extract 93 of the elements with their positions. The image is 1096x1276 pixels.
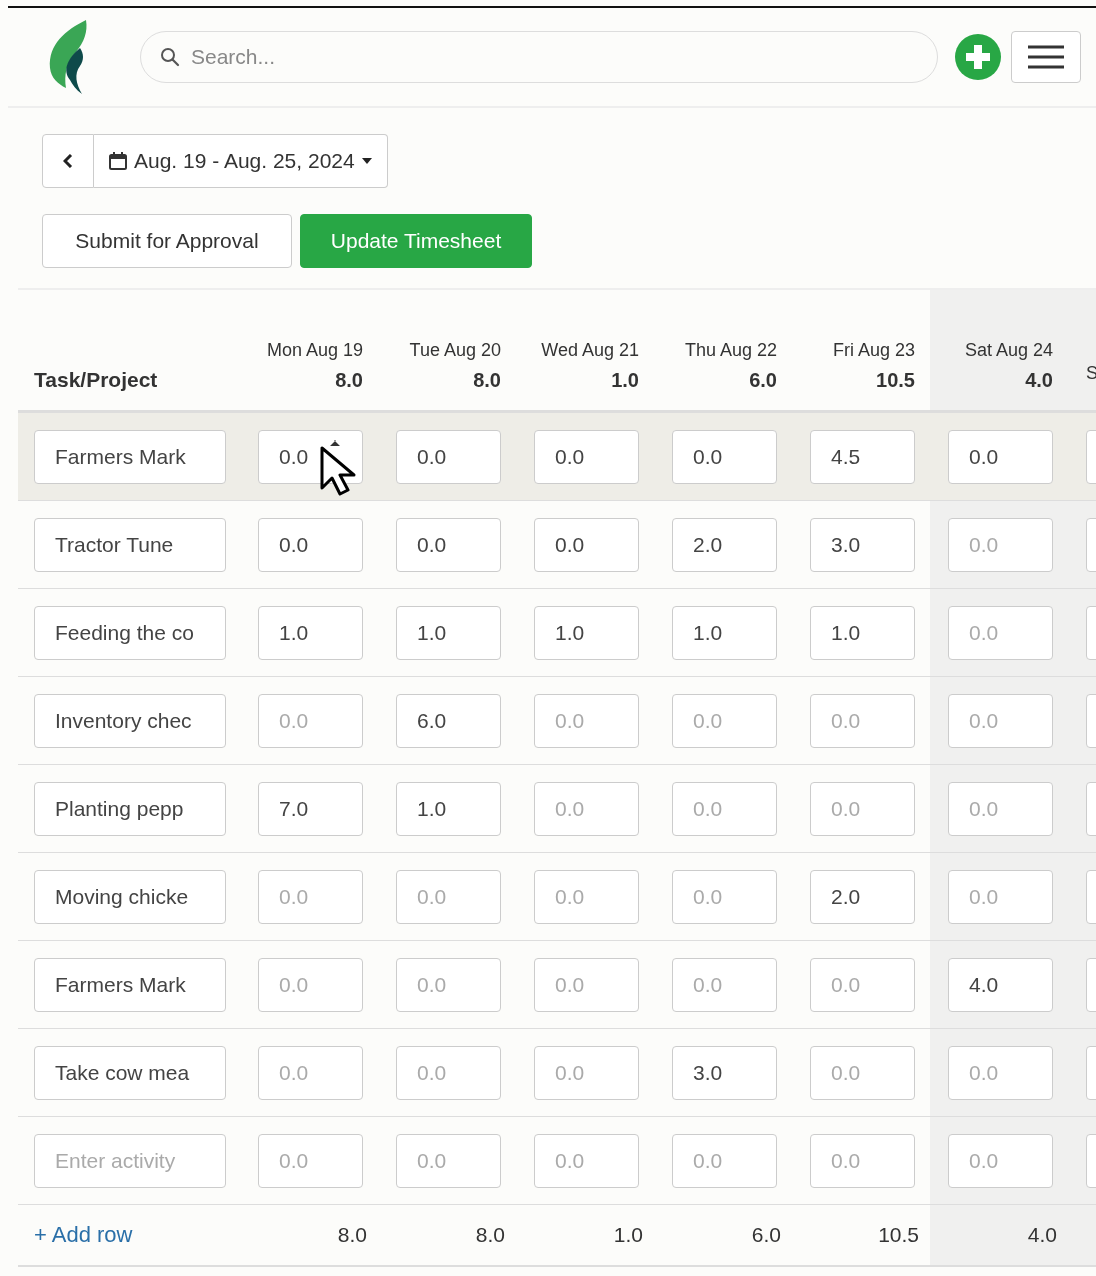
- column-header: Sat Aug 24: [964, 340, 1053, 361]
- task-input[interactable]: Feeding the co: [34, 605, 226, 660]
- task-input[interactable]: Planting pepp: [34, 781, 226, 836]
- hours-input[interactable]: 0.0: [534, 429, 639, 484]
- column-header: Task/Project: [34, 368, 158, 392]
- hours-input[interactable]: 4.5: [810, 429, 915, 484]
- hours-input[interactable]: 0.0: [672, 869, 777, 924]
- hours-input[interactable]: 0.0: [672, 1133, 777, 1188]
- add-icon[interactable]: [955, 34, 1001, 80]
- hours-input[interactable]: 0.0: [396, 1045, 501, 1100]
- chevron-left-icon: [63, 154, 73, 168]
- hours-input[interactable]: 2.0: [672, 517, 777, 572]
- previous-week-button[interactable]: [42, 134, 94, 188]
- submit-button[interactable]: Submit for Approval: [42, 214, 292, 268]
- task-input[interactable]: Farmers Mark: [34, 429, 226, 484]
- hours-input[interactable]: 0.0: [258, 693, 363, 748]
- hours-input[interactable]: 0.0: [810, 1045, 915, 1100]
- search-field[interactable]: Search...: [140, 31, 938, 83]
- column-total: 6.0: [751, 1223, 781, 1247]
- hours-input[interactable]: 0.0: [534, 869, 639, 924]
- hours-input[interactable]: 0.0: [396, 869, 501, 924]
- hours-input[interactable]: 0.0: [258, 1045, 363, 1100]
- hours-input[interactable]: 0.0: [534, 517, 639, 572]
- hours-input[interactable]: 0.0: [810, 693, 915, 748]
- menu-button[interactable]: [1011, 31, 1081, 83]
- hours-input[interactable]: 6.0: [396, 693, 501, 748]
- column-header: Fri Aug 23: [832, 340, 915, 361]
- column-total: 8.0: [475, 1223, 505, 1247]
- hours-input[interactable]: 0.0: [396, 517, 501, 572]
- column-total: 4.0: [1027, 1223, 1057, 1247]
- task-input[interactable]: Farmers Mark: [34, 957, 226, 1012]
- hours-input[interactable]: 0.0: [396, 429, 501, 484]
- hours-input[interactable]: 0.0: [810, 1133, 915, 1188]
- hours-input[interactable]: 3.0: [810, 517, 915, 572]
- hours-input[interactable]: 3.0: [672, 1045, 777, 1100]
- calendar-icon: [108, 151, 128, 171]
- hours-input[interactable]: 0.0: [948, 605, 1053, 660]
- hours-input[interactable]: 0.0: [672, 693, 777, 748]
- column-total: 1.0: [613, 1223, 643, 1247]
- hours-input[interactable]: 0.0: [534, 957, 639, 1012]
- hours-input[interactable]: 1.0: [534, 605, 639, 660]
- hours-input[interactable]: 0.0: [534, 1133, 639, 1188]
- day-total: 10.5: [876, 369, 915, 392]
- day-total: 8.0: [473, 369, 501, 392]
- task-input[interactable]: Tractor Tune: [34, 517, 226, 572]
- menu-icon: [1028, 45, 1064, 69]
- caret-icon: [360, 157, 373, 165]
- column-header: Wed Aug 21: [541, 340, 639, 361]
- task-input[interactable]: Take cow mea: [34, 1045, 226, 1100]
- hours-input[interactable]: 0.0: [948, 693, 1053, 748]
- hours-input[interactable]: 0.0: [948, 1133, 1053, 1188]
- hours-input[interactable]: 7.0: [258, 781, 363, 836]
- hours-input[interactable]: 0.0: [810, 957, 915, 1012]
- hours-input[interactable]: 2.0: [810, 869, 915, 924]
- add-row-link[interactable]: + Add row: [34, 1222, 133, 1248]
- task-input[interactable]: Moving chicke: [34, 869, 226, 924]
- hours-input[interactable]: 0.0: [672, 429, 777, 484]
- hours-input[interactable]: 0.0: [534, 693, 639, 748]
- hours-input[interactable]: 0.0: [672, 957, 777, 1012]
- task-input[interactable]: Inventory chec: [34, 693, 226, 748]
- hours-input[interactable]: 0.0: [258, 869, 363, 924]
- day-total: 6.0: [749, 369, 777, 392]
- date-range-dropdown[interactable]: Aug. 19 - Aug. 25, 2024: [94, 134, 388, 188]
- hours-input[interactable]: 0.0: [258, 1133, 363, 1188]
- hours-input[interactable]: 0.0: [672, 781, 777, 836]
- hours-input[interactable]: 0.0: [810, 781, 915, 836]
- column-header: Thu Aug 22: [684, 340, 777, 361]
- column-header: Tue Aug 20: [409, 340, 501, 361]
- column-total: 8.0: [337, 1223, 367, 1247]
- hours-input[interactable]: 0.0: [948, 869, 1053, 924]
- task-input[interactable]: Enter activity: [34, 1133, 226, 1188]
- day-total: 4.0: [1025, 369, 1053, 392]
- hours-input[interactable]: 1.0: [672, 605, 777, 660]
- hours-input[interactable]: 1.0: [810, 605, 915, 660]
- column-header: Mon Aug 19: [266, 340, 363, 361]
- hours-input[interactable]: 0.0: [396, 1133, 501, 1188]
- hours-input[interactable]: 4.0: [948, 957, 1053, 1012]
- search-icon: [160, 47, 180, 67]
- hours-input[interactable]: 0.0: [948, 517, 1053, 572]
- hours-input[interactable]: 0.0: [534, 1045, 639, 1100]
- hours-input[interactable]: 1.0: [396, 781, 501, 836]
- hours-input[interactable]: 0.0: [396, 957, 501, 1012]
- column-total: 10.5: [878, 1223, 919, 1247]
- hours-input[interactable]: 0.0: [534, 781, 639, 836]
- day-total: 8.0: [335, 369, 363, 392]
- day-total: 1.0: [611, 369, 639, 392]
- hours-input[interactable]: 0.0: [948, 1045, 1053, 1100]
- hours-input[interactable]: 0.0: [948, 781, 1053, 836]
- hours-input[interactable]: 1.0: [396, 605, 501, 660]
- hours-input[interactable]: 0.0: [258, 957, 363, 1012]
- hours-input[interactable]: 0.0: [948, 429, 1053, 484]
- hours-input[interactable]: 0.0: [258, 517, 363, 572]
- hours-input[interactable]: 1.0: [258, 605, 363, 660]
